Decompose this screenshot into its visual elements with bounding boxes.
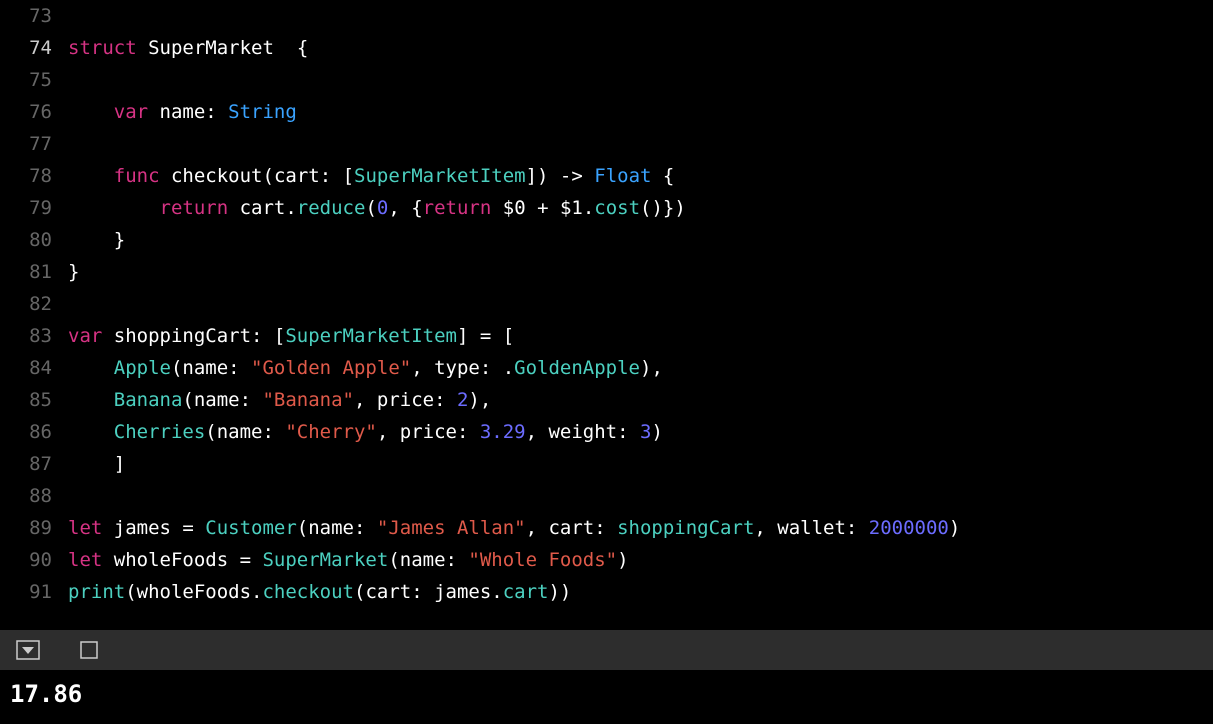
line-number: 91 — [0, 576, 68, 608]
line-number: 88 — [0, 480, 68, 512]
line-number: 74 — [0, 32, 68, 64]
line-number: 86 — [0, 416, 68, 448]
code-line[interactable]: 85 Banana(name: "Banana", price: 2), — [0, 384, 1213, 416]
code-line[interactable]: 78 func checkout(cart: [SuperMarketItem]… — [0, 160, 1213, 192]
code-content[interactable]: print(wholeFoods.checkout(cart: james.ca… — [68, 576, 1213, 608]
line-number: 89 — [0, 512, 68, 544]
line-number: 83 — [0, 320, 68, 352]
line-number: 87 — [0, 448, 68, 480]
code-content[interactable]: Banana(name: "Banana", price: 2), — [68, 384, 1213, 416]
code-line[interactable]: 74struct SuperMarket { — [0, 32, 1213, 64]
code-content[interactable] — [68, 128, 1213, 160]
code-line[interactable]: 73 — [0, 0, 1213, 32]
code-content[interactable]: var shoppingCart: [SuperMarketItem] = [ — [68, 320, 1213, 352]
line-number: 81 — [0, 256, 68, 288]
console-output: 17.86 — [0, 670, 1213, 724]
line-number: 73 — [0, 0, 68, 32]
code-content[interactable] — [68, 480, 1213, 512]
line-number: 75 — [0, 64, 68, 96]
code-line[interactable]: 75 — [0, 64, 1213, 96]
code-line[interactable]: 86 Cherries(name: "Cherry", price: 3.29,… — [0, 416, 1213, 448]
code-line[interactable]: 76 var name: String — [0, 96, 1213, 128]
line-number: 76 — [0, 96, 68, 128]
code-line[interactable]: 82 — [0, 288, 1213, 320]
code-line[interactable]: 84 Apple(name: "Golden Apple", type: .Go… — [0, 352, 1213, 384]
console-output-text: 17.86 — [10, 680, 82, 708]
code-line[interactable]: 80 } — [0, 224, 1213, 256]
code-line[interactable]: 81} — [0, 256, 1213, 288]
code-line[interactable]: 79 return cart.reduce(0, {return $0 + $1… — [0, 192, 1213, 224]
console-stop-icon[interactable] — [80, 641, 98, 659]
code-content[interactable] — [68, 288, 1213, 320]
console-toolbar — [0, 630, 1213, 670]
code-line[interactable]: 87 ] — [0, 448, 1213, 480]
line-number: 80 — [0, 224, 68, 256]
code-line[interactable]: 88 — [0, 480, 1213, 512]
code-content[interactable]: Apple(name: "Golden Apple", type: .Golde… — [68, 352, 1213, 384]
code-content[interactable]: Cherries(name: "Cherry", price: 3.29, we… — [68, 416, 1213, 448]
code-line[interactable]: 89let james = Customer(name: "James Alla… — [0, 512, 1213, 544]
code-content[interactable] — [68, 64, 1213, 96]
code-line[interactable]: 77 — [0, 128, 1213, 160]
code-editor[interactable]: 7374struct SuperMarket {7576 var name: S… — [0, 0, 1213, 630]
line-number: 84 — [0, 352, 68, 384]
console-dropdown-icon[interactable] — [16, 640, 40, 660]
code-content[interactable]: } — [68, 256, 1213, 288]
code-line[interactable]: 91print(wholeFoods.checkout(cart: james.… — [0, 576, 1213, 608]
line-number: 90 — [0, 544, 68, 576]
code-content[interactable]: ] — [68, 448, 1213, 480]
line-number: 77 — [0, 128, 68, 160]
code-content[interactable]: } — [68, 224, 1213, 256]
code-content[interactable]: var name: String — [68, 96, 1213, 128]
code-content[interactable]: let wholeFoods = SuperMarket(name: "Whol… — [68, 544, 1213, 576]
line-number: 78 — [0, 160, 68, 192]
line-number: 79 — [0, 192, 68, 224]
code-content[interactable]: func checkout(cart: [SuperMarketItem]) -… — [68, 160, 1213, 192]
code-content[interactable]: struct SuperMarket { — [68, 32, 1213, 64]
code-content[interactable] — [68, 0, 1213, 32]
line-number: 85 — [0, 384, 68, 416]
code-line[interactable]: 90let wholeFoods = SuperMarket(name: "Wh… — [0, 544, 1213, 576]
code-line[interactable]: 83var shoppingCart: [SuperMarketItem] = … — [0, 320, 1213, 352]
code-content[interactable]: let james = Customer(name: "James Allan"… — [68, 512, 1213, 544]
line-number: 82 — [0, 288, 68, 320]
code-content[interactable]: return cart.reduce(0, {return $0 + $1.co… — [68, 192, 1213, 224]
